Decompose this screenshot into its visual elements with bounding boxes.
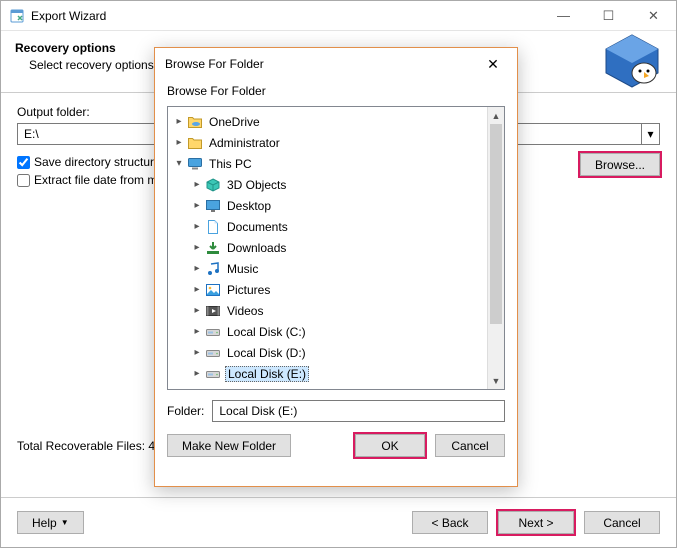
dialog-title: Browse For Folder bbox=[165, 57, 264, 71]
expand-icon[interactable]: ▸ bbox=[172, 137, 186, 148]
tree-item-label: Local Disk (D:) bbox=[225, 345, 308, 361]
maximize-button[interactable]: ☐ bbox=[586, 1, 631, 30]
downloads-icon bbox=[204, 240, 222, 256]
disk-icon bbox=[204, 324, 222, 340]
back-button[interactable]: < Back bbox=[412, 511, 488, 534]
titlebar: Export Wizard — ☐ ✕ bbox=[1, 1, 676, 31]
tree-item-label: OneDrive bbox=[207, 114, 262, 130]
export-wizard-window: Export Wizard — ☐ ✕ Recovery options Sel… bbox=[0, 0, 677, 548]
browse-button[interactable]: Browse... bbox=[580, 153, 660, 176]
folder-cloud-icon bbox=[186, 114, 204, 130]
tree-item[interactable]: ▸ Music bbox=[168, 258, 487, 279]
documents-icon bbox=[204, 219, 222, 235]
extract-date-label: Extract file date from m bbox=[34, 173, 157, 187]
tree-item[interactable]: ▸ Local Disk (E:) bbox=[168, 363, 487, 384]
dialog-label: Browse For Folder bbox=[155, 80, 517, 106]
videos-icon bbox=[204, 303, 222, 319]
scroll-down-button[interactable]: ▼ bbox=[488, 372, 504, 389]
expand-collapse-icon[interactable]: ▾ bbox=[172, 158, 186, 169]
folder-tree[interactable]: ▸OneDrive▸Administrator▾This PC▸3D Objec… bbox=[168, 107, 487, 389]
tree-item[interactable]: ▸ Local Disk (D:) bbox=[168, 342, 487, 363]
total-recoverable-label: Total Recoverable Files: 41 bbox=[17, 439, 162, 453]
expand-icon[interactable]: ▸ bbox=[190, 200, 204, 211]
scroll-thumb[interactable] bbox=[490, 124, 502, 324]
tree-item[interactable]: ▾ This PC bbox=[168, 153, 487, 174]
folder-field-label: Folder: bbox=[167, 404, 204, 418]
next-button[interactable]: Next > bbox=[498, 511, 574, 534]
tree-item[interactable]: ▸ Desktop bbox=[168, 195, 487, 216]
tree-item-label: Music bbox=[225, 261, 260, 277]
window-title: Export Wizard bbox=[31, 9, 541, 23]
objects3d-icon bbox=[204, 177, 222, 193]
pc-icon bbox=[186, 156, 204, 172]
music-icon bbox=[204, 261, 222, 277]
chevron-down-icon: ▼ bbox=[61, 518, 69, 527]
ok-button[interactable]: OK bbox=[355, 434, 425, 457]
tree-item[interactable]: ▸ Administrator bbox=[168, 132, 487, 153]
save-dir-checkbox[interactable] bbox=[17, 156, 30, 169]
close-button[interactable]: ✕ bbox=[631, 1, 676, 30]
app-icon bbox=[9, 8, 25, 24]
tree-item[interactable]: ▸ Local Disk (C:) bbox=[168, 321, 487, 342]
minimize-button[interactable]: — bbox=[541, 1, 586, 30]
tree-item[interactable]: ▸ Videos bbox=[168, 300, 487, 321]
tree-item-label: 3D Objects bbox=[225, 177, 288, 193]
expand-icon[interactable]: ▸ bbox=[172, 116, 186, 127]
expand-icon[interactable]: ▸ bbox=[190, 179, 204, 190]
cancel-button[interactable]: Cancel bbox=[584, 511, 660, 534]
tree-item-label: Pictures bbox=[225, 282, 272, 298]
tree-item-label: This PC bbox=[207, 156, 254, 172]
browse-folder-dialog: Browse For Folder ✕ Browse For Folder ▸ O… bbox=[154, 47, 518, 487]
expand-icon[interactable]: ▸ bbox=[190, 242, 204, 253]
expand-icon[interactable]: ▸ bbox=[190, 368, 204, 379]
expand-icon[interactable]: ▸ bbox=[190, 347, 204, 358]
folder-field-input[interactable] bbox=[212, 400, 505, 422]
expand-icon[interactable]: ▸ bbox=[190, 263, 204, 274]
tree-scrollbar[interactable]: ▲ ▼ bbox=[487, 107, 504, 389]
tree-item-label: Local Disk (E:) bbox=[225, 366, 309, 382]
scroll-up-button[interactable]: ▲ bbox=[488, 107, 504, 124]
tree-item[interactable]: ▸ Pictures bbox=[168, 279, 487, 300]
dialog-cancel-button[interactable]: Cancel bbox=[435, 434, 505, 457]
tree-item[interactable]: ▸ 3D Objects bbox=[168, 174, 487, 195]
dialog-close-button[interactable]: ✕ bbox=[479, 53, 507, 75]
expand-icon[interactable]: ▸ bbox=[190, 305, 204, 316]
pictures-icon bbox=[204, 282, 222, 298]
dialog-titlebar: Browse For Folder ✕ bbox=[155, 48, 517, 80]
make-new-folder-button[interactable]: Make New Folder bbox=[167, 434, 291, 457]
folder-tree-container: ▸OneDrive▸Administrator▾This PC▸3D Objec… bbox=[167, 106, 505, 390]
tree-item[interactable]: ▸ OneDrive bbox=[168, 111, 487, 132]
expand-icon[interactable]: ▸ bbox=[190, 326, 204, 337]
tree-item-label: Desktop bbox=[225, 198, 273, 214]
tree-item[interactable]: ▸ Documents bbox=[168, 216, 487, 237]
output-folder-dropdown[interactable]: ▾ bbox=[642, 123, 660, 145]
folder-icon bbox=[186, 135, 204, 151]
footer: Help▼ < Back Next > Cancel bbox=[1, 497, 676, 547]
tree-item-label: Downloads bbox=[225, 240, 288, 256]
app-logo bbox=[600, 33, 664, 89]
extract-date-checkbox[interactable] bbox=[17, 174, 30, 187]
desktop-icon bbox=[204, 198, 222, 214]
tree-item-label: Documents bbox=[225, 219, 290, 235]
expand-icon[interactable]: ▸ bbox=[190, 284, 204, 295]
save-dir-label: Save directory structure bbox=[34, 155, 161, 169]
tree-item-label: Local Disk (C:) bbox=[225, 324, 308, 340]
tree-item[interactable]: ▸ Downloads bbox=[168, 237, 487, 258]
window-buttons: — ☐ ✕ bbox=[541, 1, 676, 30]
help-button[interactable]: Help▼ bbox=[17, 511, 84, 534]
disk-icon bbox=[204, 345, 222, 361]
disk-icon bbox=[204, 366, 222, 382]
expand-icon[interactable]: ▸ bbox=[190, 221, 204, 232]
tree-item-label: Videos bbox=[225, 303, 265, 319]
tree-item-label: Administrator bbox=[207, 135, 282, 151]
chevron-down-icon: ▾ bbox=[647, 127, 653, 141]
